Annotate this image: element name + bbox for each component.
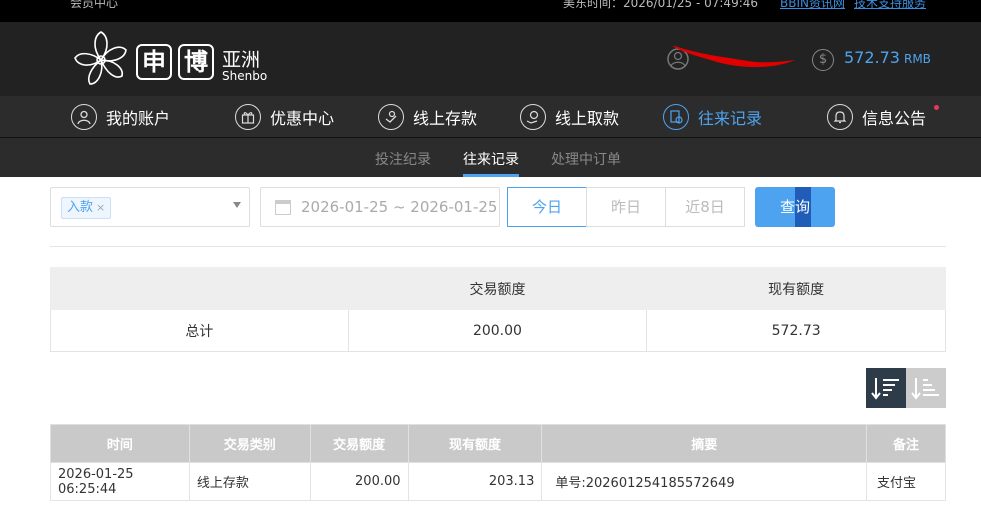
divider <box>50 246 946 247</box>
nav-announcements[interactable]: 信息公告 <box>827 96 926 138</box>
tab-pending-orders[interactable]: 处理中订单 <box>551 149 621 169</box>
brand-en: Shenbo <box>222 69 268 83</box>
query-button[interactable]: 查询 <box>755 187 835 227</box>
sort-ascending-button[interactable] <box>906 368 946 408</box>
summary-header: 交易额度 <box>347 267 648 310</box>
bbin-news-link[interactable]: BBIN资讯网 <box>780 0 845 11</box>
brand-cn: 亚洲 <box>222 49 261 71</box>
nav-label: 优惠中心 <box>270 109 335 128</box>
cell-time: 2026-01-25 06:25:44 <box>50 462 190 501</box>
cell-remark: 支付宝 <box>866 462 946 501</box>
last-8-days-button[interactable]: 近8日 <box>665 187 745 227</box>
table-row: 2026-01-25 06:25:44 线上存款 200.00 203.13 单… <box>50 462 946 501</box>
dollar-icon: $ <box>812 49 834 71</box>
balance: 572.73 RMB <box>844 48 931 67</box>
east-us-time: 美东时间：2026/01/25 - 07:49:46 <box>563 0 759 10</box>
user-avatar-icon <box>667 44 795 70</box>
records-table: 时间 交易类别 交易额度 现有额度 摘要 备注 2026-01-25 06:25… <box>50 424 946 501</box>
tech-support-link[interactable]: 技术支持服务 <box>854 0 926 11</box>
col-remark: 备注 <box>866 424 946 463</box>
col-amount: 交易额度 <box>309 424 409 463</box>
summary-header: 现有额度 <box>646 267 946 310</box>
nav-my-account[interactable]: 我的账户 <box>71 96 170 138</box>
nav-records[interactable]: 往来记录 <box>663 96 762 138</box>
deposit-icon <box>378 104 404 130</box>
nav-promotions[interactable]: 优惠中心 <box>235 96 334 138</box>
nav-online-withdraw[interactable]: 线上取款 <box>520 96 619 138</box>
nav-label: 线上取款 <box>555 109 620 128</box>
summary-header <box>50 267 349 310</box>
col-summary: 摘要 <box>541 424 868 463</box>
bell-icon <box>827 104 853 130</box>
sub-nav: 投注纪录 往来记录 处理中订单 <box>0 138 981 177</box>
user-icon <box>71 104 97 130</box>
member-center-label: 会员中心 <box>70 0 119 10</box>
sort-descending-icon <box>871 378 899 400</box>
chevron-down-icon <box>233 202 241 208</box>
col-balance: 现有额度 <box>407 424 543 463</box>
tab-transaction-records[interactable]: 往来记录 <box>463 149 519 169</box>
summary-table: 交易额度 现有额度 总计 200.00 572.73 <box>50 267 946 352</box>
records-icon <box>663 104 689 130</box>
tag-remove-icon[interactable]: × <box>96 201 105 214</box>
logo[interactable]: 申 博 亚洲 Shenbo <box>70 28 270 90</box>
date-range-value: 2026-01-25 ~ 2026-01-25 <box>301 198 498 216</box>
username-redacted[interactable] <box>667 44 797 72</box>
balance-currency: RMB <box>903 52 931 66</box>
summary-current-balance: 572.73 <box>646 309 946 352</box>
cell-balance: 203.13 <box>407 462 543 501</box>
nav-label: 往来记录 <box>698 109 763 128</box>
header: 申 博 亚洲 Shenbo $ 572.73 RMB <box>0 22 981 96</box>
withdraw-icon <box>520 104 546 130</box>
gift-icon <box>235 104 261 130</box>
today-button[interactable]: 今日 <box>507 187 587 227</box>
summary-row: 总计 200.00 572.73 <box>50 309 946 352</box>
cell-type: 线上存款 <box>188 462 311 501</box>
nav-label: 我的账户 <box>106 109 171 128</box>
transaction-type-select[interactable]: 入款 × <box>50 187 250 227</box>
active-tab-underline <box>463 174 519 177</box>
type-tag-label: 入款 <box>67 200 94 215</box>
balance-amount: 572.73 <box>844 48 900 67</box>
summary-label: 总计 <box>50 309 349 352</box>
sort-descending-button[interactable] <box>866 368 906 408</box>
cell-summary: 单号:202601254185572649 <box>541 462 868 501</box>
sort-ascending-icon <box>911 378 939 400</box>
cell-amount: 200.00 <box>309 462 409 501</box>
brand-char-1: 申 <box>136 44 172 80</box>
brand-char-2: 博 <box>178 44 214 80</box>
nav-online-deposit[interactable]: 线上存款 <box>378 96 477 138</box>
nav-label: 信息公告 <box>862 109 927 128</box>
main-nav: 我的账户 优惠中心 线上存款 线上取款 往来记录 信息公告 <box>0 96 981 138</box>
summary-transaction-amount: 200.00 <box>347 309 648 352</box>
col-time: 时间 <box>50 424 190 463</box>
query-button-label: 查询 <box>779 198 810 216</box>
tab-bet-records[interactable]: 投注纪录 <box>375 149 431 169</box>
calendar-icon <box>275 200 291 215</box>
type-tag: 入款 × <box>61 197 112 219</box>
yesterday-button[interactable]: 昨日 <box>586 187 666 227</box>
col-type: 交易类别 <box>188 424 311 463</box>
notification-dot <box>934 105 939 110</box>
top-bar: 会员中心 美东时间：2026/01/25 - 07:49:46 BBIN资讯网 … <box>0 0 981 22</box>
flower-logo-icon <box>74 31 127 85</box>
nav-label: 线上存款 <box>413 109 478 128</box>
date-range-picker[interactable]: 2026-01-25 ~ 2026-01-25 <box>260 187 500 227</box>
